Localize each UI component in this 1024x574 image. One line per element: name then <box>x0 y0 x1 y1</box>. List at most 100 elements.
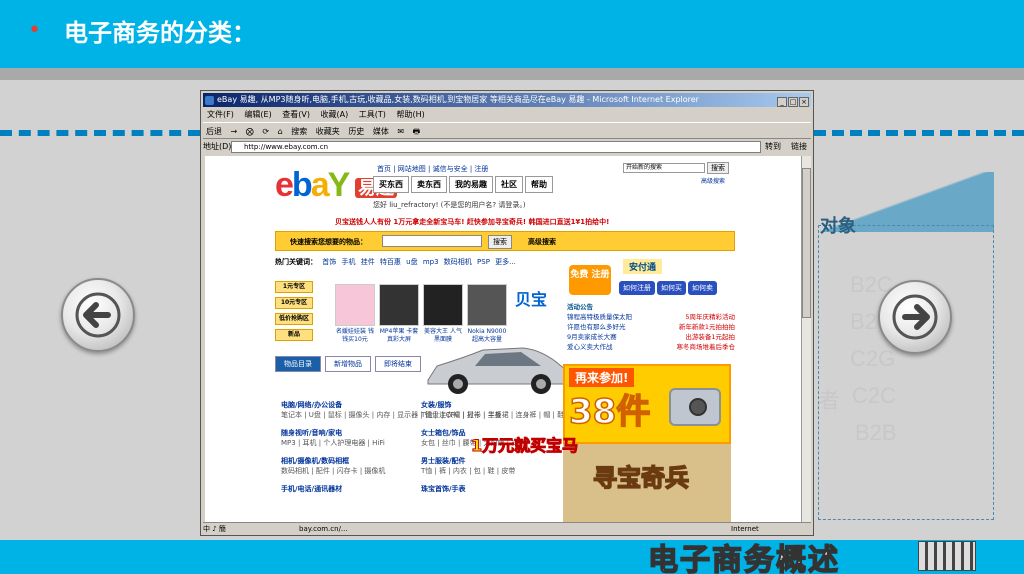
paypal-logo[interactable]: 贝宝 <box>515 286 547 310</box>
hot-link[interactable]: 数码相机 <box>444 258 472 266</box>
news-link[interactable]: 新年新款1元拍拍拍 <box>679 322 735 332</box>
tab-my-ebay[interactable]: 我的易趣 <box>449 176 493 193</box>
product-image[interactable] <box>335 284 375 326</box>
bullet-icon: • <box>28 18 41 43</box>
news-row: 许愿也有那么多好光 新年新款1元拍拍拍 <box>567 322 735 332</box>
top-search-button[interactable]: 搜索 <box>707 162 729 174</box>
menu-favorites[interactable]: 收藏(A) <box>321 110 349 119</box>
register-button[interactable]: 免费 注册 <box>567 263 613 297</box>
links-button[interactable]: 链接 <box>791 140 807 154</box>
menu-help[interactable]: 帮助(H) <box>396 110 424 119</box>
maximize-button[interactable]: □ <box>788 97 798 107</box>
product-image[interactable] <box>423 284 463 326</box>
promo-38-ad[interactable]: 再来参加! 38件 <box>563 364 731 444</box>
greeting-text: 您好 liu_refractory! (不是您的用户名? 请登录。) <box>373 201 526 209</box>
category-heading[interactable]: 女装/服饰 <box>421 400 585 410</box>
hot-link[interactable]: 更多... <box>495 258 516 266</box>
news-heading: 活动公告 <box>567 303 593 311</box>
zone-tag[interactable]: 10元专区 <box>275 297 313 309</box>
news-link[interactable]: 5周年庆精彩活动 <box>685 312 735 322</box>
news-panel: 活动公告 锦程高特极质量保太阳 5周年庆精彩活动 许愿也有那么多好光 新年新款1元拍… <box>567 302 735 352</box>
history-button[interactable]: 历史 <box>348 127 364 136</box>
category-panel <box>818 225 994 520</box>
news-link[interactable]: 许愿也有那么多好光 <box>567 322 626 332</box>
scrollbar-thumb[interactable] <box>802 168 811 318</box>
slide-header: • 电子商务的分类： <box>0 0 1024 68</box>
product-image[interactable] <box>467 284 507 326</box>
product-caption[interactable]: MP4苹果 卡套 真彩大屏 <box>378 328 420 344</box>
product-image[interactable] <box>379 284 419 326</box>
news-link[interactable]: 寒冬商场堆着后季仓 <box>677 342 736 352</box>
minimize-button[interactable]: _ <box>777 97 787 107</box>
news-link[interactable]: 爱心义卖大作战 <box>567 342 613 352</box>
hot-link[interactable]: mp3 <box>423 258 439 266</box>
product-caption[interactable]: 名媛娃娃装 钱钱买10元 <box>334 328 376 344</box>
news-row: 爱心义卖大作战 寒冬商场堆着后季仓 <box>567 342 735 352</box>
menu-view[interactable]: 查看(V) <box>282 110 310 119</box>
quick-advanced-link[interactable]: 高级搜索 <box>528 237 556 247</box>
bmw-promo-text[interactable]: 1万元就买宝马 <box>470 432 578 456</box>
close-button[interactable]: × <box>799 97 809 107</box>
go-button[interactable]: 转到 <box>765 140 781 154</box>
how-buy-button[interactable]: 如何买 <box>657 281 686 295</box>
print-button[interactable]: 🖶 <box>413 127 421 136</box>
arrow-right-icon <box>892 294 938 340</box>
search-button[interactable]: 搜索 <box>291 127 307 136</box>
prev-button[interactable] <box>61 278 135 352</box>
media-button[interactable]: 媒体 <box>373 127 389 136</box>
vertical-scrollbar[interactable] <box>801 156 811 522</box>
news-row: 锦程高特极质量保太阳 5周年庆精彩活动 <box>567 312 735 322</box>
category-subs[interactable]: T恤 | 连衣裙 | 衬衫 | 半身裙 | 连身裤 | 帽 | 鞋 | 内衣 <box>421 410 585 420</box>
how-sell-button[interactable]: 如何卖 <box>688 281 717 295</box>
favorites-button[interactable]: 收藏夹 <box>316 127 340 136</box>
quick-search-label: 快速搜索您想要的物品： <box>290 238 367 246</box>
mail-button[interactable]: ✉ <box>397 127 404 136</box>
zone-tag[interactable]: 低价抢购区 <box>275 313 313 325</box>
tab-catalog[interactable]: 物品目录 <box>275 356 321 372</box>
stop-button[interactable]: ⨂ <box>246 127 254 136</box>
menu-file[interactable]: 文件(F) <box>207 110 234 119</box>
news-link[interactable]: 9月卖家成长大赛 <box>567 332 617 342</box>
tab-sell[interactable]: 卖东西 <box>411 176 447 193</box>
tab-new-items[interactable]: 新增物品 <box>325 356 371 372</box>
how-register-button[interactable]: 如何注册 <box>619 281 655 295</box>
refresh-button[interactable]: ⟳ <box>262 127 269 136</box>
forward-button[interactable]: → <box>231 127 238 136</box>
menu-tools[interactable]: 工具(T) <box>359 110 386 119</box>
news-link[interactable]: 锦程高特极质量保太阳 <box>567 312 632 322</box>
category-heading[interactable]: 男士服装/配件 <box>421 456 585 466</box>
hot-link[interactable]: 挂件 <box>361 258 375 266</box>
zone-tag[interactable]: 1元专区 <box>275 281 313 293</box>
tab-community[interactable]: 社区 <box>495 176 523 193</box>
treasure-ad[interactable]: 寻宝奇兵 <box>563 444 731 522</box>
hot-link[interactable]: 首饰 <box>322 258 336 266</box>
quick-search-input[interactable] <box>382 235 482 247</box>
category-subs[interactable]: T恤 | 裤 | 内衣 | 包 | 鞋 | 皮带 <box>421 466 585 476</box>
promo-links[interactable]: 贝宝送钱人人有份 1万元拿走全新宝马车! 赶快参加寻宝奇兵! 韩国进口直送1¥1… <box>335 217 609 227</box>
next-button[interactable] <box>878 280 952 354</box>
category-heading[interactable]: 珠宝首饰/手表 <box>421 484 585 494</box>
car-ad-image[interactable] <box>423 338 573 398</box>
zone-tag[interactable]: 新品 <box>275 329 313 341</box>
hot-link[interactable]: 手机 <box>341 258 355 266</box>
hot-link[interactable]: u盘 <box>406 258 417 266</box>
top-links[interactable]: 首页 | 网站地图 | 诚信与安全 | 注册 <box>377 164 488 174</box>
hot-link[interactable]: 特百惠 <box>380 258 401 266</box>
tab-help[interactable]: 帮助 <box>525 176 553 193</box>
address-input[interactable]: http://www.ebay.com.cn <box>231 141 761 153</box>
quick-search-button[interactable]: 搜索 <box>488 235 512 249</box>
top-search-input[interactable]: 开始新的搜索 <box>623 163 705 173</box>
arrow-left-icon <box>75 292 121 338</box>
home-button[interactable]: ⌂ <box>278 127 283 136</box>
browser-toolbar: 后退 → ⨂ ⟳ ⌂ 搜索 收藏夹 历史 媒体 ✉ 🖶 <box>203 122 811 139</box>
anxin-badge[interactable]: 安付通 <box>623 259 663 274</box>
advanced-search-link[interactable]: 高级搜索 <box>701 176 725 185</box>
hot-link[interactable]: PSP <box>477 258 490 266</box>
target-label: 对象 <box>820 216 856 237</box>
tab-ending[interactable]: 即将结束 <box>375 356 421 372</box>
back-button[interactable]: 后退 <box>206 127 222 136</box>
tab-buy[interactable]: 买东西 <box>373 176 409 193</box>
news-link[interactable]: 出游装备1元起拍 <box>685 332 735 342</box>
menu-edit[interactable]: 编辑(E) <box>244 110 271 119</box>
howto-buttons: 如何注册 如何买 如何卖 <box>619 281 719 295</box>
